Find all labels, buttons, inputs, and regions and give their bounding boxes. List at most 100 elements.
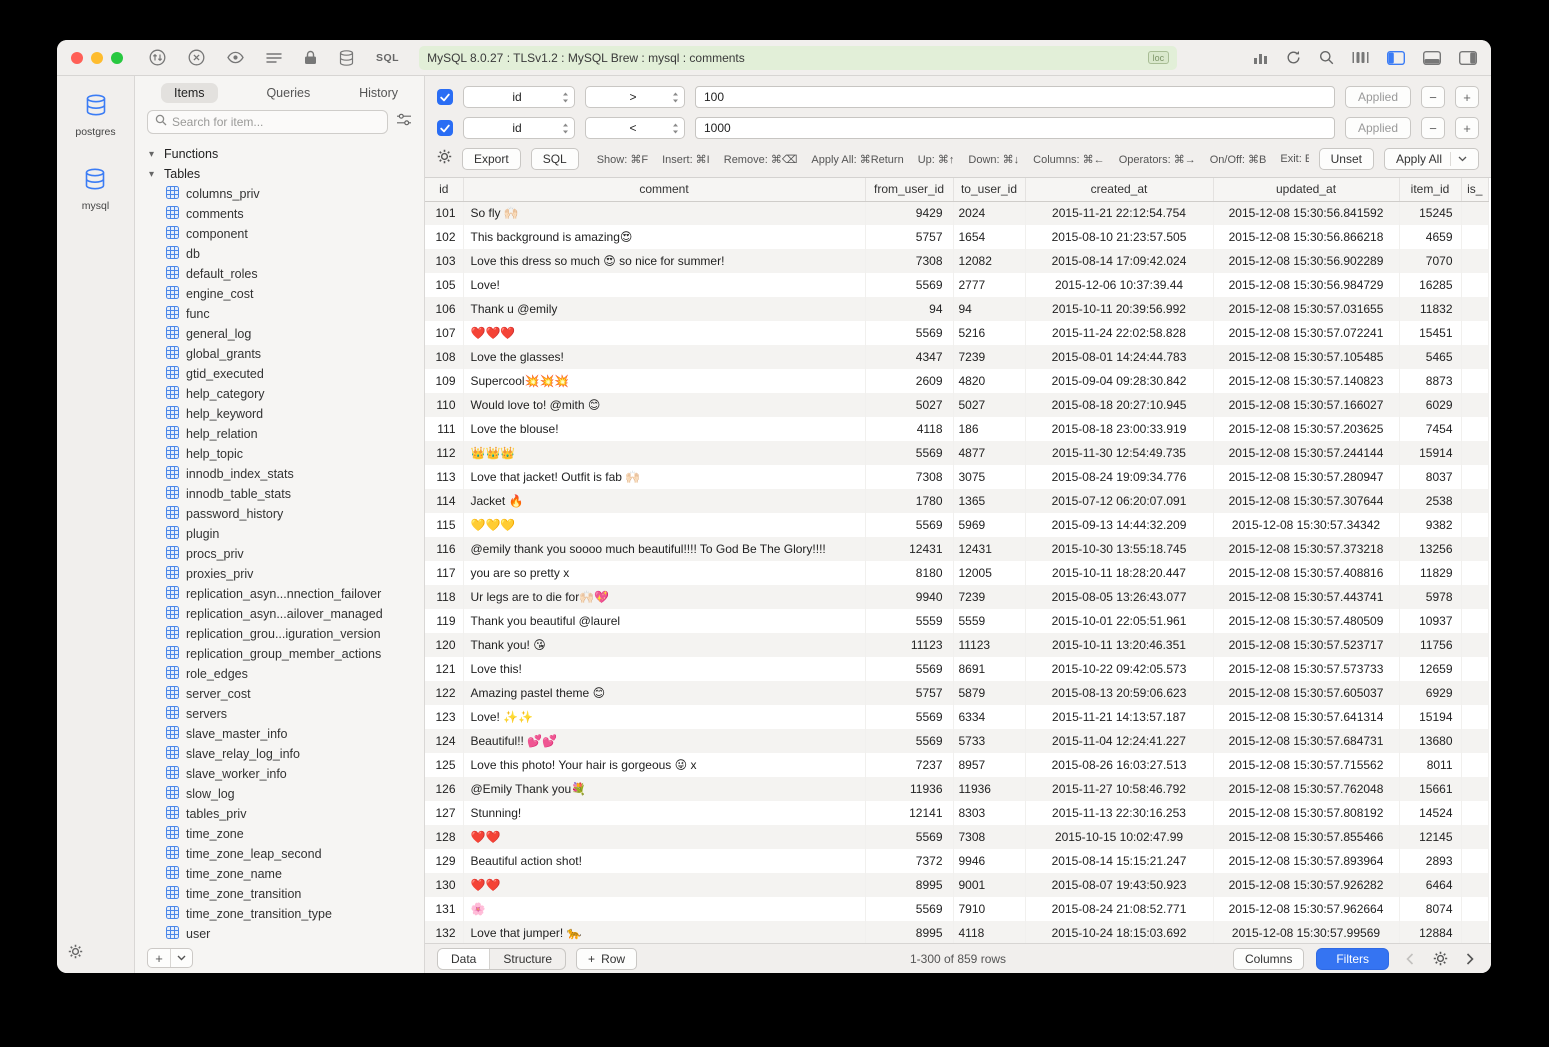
sql-editor-icon[interactable]: SQL	[376, 52, 399, 64]
rows-icon[interactable]	[266, 52, 282, 64]
cell-item-id[interactable]: 14524	[1399, 801, 1461, 825]
cell-id[interactable]: 128	[425, 825, 463, 849]
cell-to-user-id[interactable]: 1654	[953, 225, 1025, 249]
sidebar-table-item[interactable]: time_zone_transition_type	[135, 904, 424, 924]
cell-created-at[interactable]: 2015-09-04 09:28:30.842	[1025, 369, 1213, 393]
cell-created-at[interactable]: 2015-08-13 20:59:06.623	[1025, 681, 1213, 705]
cell-item-id[interactable]: 11756	[1399, 633, 1461, 657]
sidebar-table-item[interactable]: time_zone_transition	[135, 884, 424, 904]
table-row[interactable]: 117 you are so pretty x 8180 12005 2015-…	[425, 561, 1489, 585]
cell-from-user-id[interactable]: 7237	[865, 753, 953, 777]
column-header[interactable]: updated_at	[1213, 178, 1399, 201]
cell-from-user-id[interactable]: 9940	[865, 585, 953, 609]
cell-is[interactable]	[1461, 825, 1489, 849]
cell-is[interactable]	[1461, 585, 1489, 609]
cell-from-user-id[interactable]: 9429	[865, 201, 953, 225]
cell-updated-at[interactable]: 2015-12-08 15:30:57.641314	[1213, 705, 1399, 729]
cell-comment[interactable]: Would love to! @mith 😊	[463, 393, 865, 417]
table-row[interactable]: 123 Love! ✨✨ 5569 6334 2015-11-21 14:13:…	[425, 705, 1489, 729]
cell-from-user-id[interactable]: 8180	[865, 561, 953, 585]
cell-comment[interactable]: So fly 🙌🏻	[463, 201, 865, 225]
cell-to-user-id[interactable]: 2024	[953, 201, 1025, 225]
cell-is[interactable]	[1461, 489, 1489, 513]
cell-updated-at[interactable]: 2015-12-08 15:30:56.866218	[1213, 225, 1399, 249]
cell-id[interactable]: 112	[425, 441, 463, 465]
sidebar-table-item[interactable]: replication_asyn...nnection_failover	[135, 584, 424, 604]
cell-is[interactable]	[1461, 633, 1489, 657]
cell-comment[interactable]: Thank you beautiful @laurel	[463, 609, 865, 633]
chevron-down-icon[interactable]: ▾	[149, 169, 158, 180]
cell-item-id[interactable]: 7070	[1399, 249, 1461, 273]
sidebar-table-item[interactable]: engine_cost	[135, 284, 424, 304]
table-row[interactable]: 113 Love that jacket! Outfit is fab 🙌🏻 7…	[425, 465, 1489, 489]
sidebar-table-item[interactable]: procs_priv	[135, 544, 424, 564]
cell-id[interactable]: 102	[425, 225, 463, 249]
cell-is[interactable]	[1461, 201, 1489, 225]
cell-from-user-id[interactable]: 5569	[865, 729, 953, 753]
cell-to-user-id[interactable]: 186	[953, 417, 1025, 441]
unset-button[interactable]: Unset	[1319, 148, 1374, 170]
sidebar-table-item[interactable]: replication_asyn...ailover_managed	[135, 604, 424, 624]
sidebar-table-item[interactable]: component	[135, 224, 424, 244]
cell-is[interactable]	[1461, 873, 1489, 897]
cell-id[interactable]: 114	[425, 489, 463, 513]
cell-created-at[interactable]: 2015-08-18 20:27:10.945	[1025, 393, 1213, 417]
cell-from-user-id[interactable]: 94	[865, 297, 953, 321]
cell-item-id[interactable]: 6029	[1399, 393, 1461, 417]
cell-updated-at[interactable]: 2015-12-08 15:30:57.408816	[1213, 561, 1399, 585]
cell-comment[interactable]: you are so pretty x	[463, 561, 865, 585]
cell-is[interactable]	[1461, 273, 1489, 297]
cell-comment[interactable]: ❤️❤️	[463, 825, 865, 849]
table-row[interactable]: 103 Love this dress so much 😍 so nice fo…	[425, 249, 1489, 273]
column-header[interactable]: item_id	[1399, 178, 1461, 201]
filter-tune-icon[interactable]	[396, 113, 412, 131]
table-row[interactable]: 120 Thank you! 😘 11123 11123 2015-10-11 …	[425, 633, 1489, 657]
tree-group-tables[interactable]: ▾ Tables	[135, 164, 424, 184]
sidebar-table-item[interactable]: tables_priv	[135, 804, 424, 824]
cell-updated-at[interactable]: 2015-12-08 15:30:57.715562	[1213, 753, 1399, 777]
tab-queries[interactable]: Queries	[266, 86, 310, 100]
filter-value-input[interactable]	[695, 86, 1335, 108]
cell-item-id[interactable]: 9382	[1399, 513, 1461, 537]
cell-id[interactable]: 132	[425, 921, 463, 943]
cell-id[interactable]: 122	[425, 681, 463, 705]
cell-created-at[interactable]: 2015-11-24 22:02:58.828	[1025, 321, 1213, 345]
cell-item-id[interactable]: 8037	[1399, 465, 1461, 489]
cell-item-id[interactable]: 12659	[1399, 657, 1461, 681]
table-row[interactable]: 122 Amazing pastel theme 😊 5757 5879 201…	[425, 681, 1489, 705]
cell-created-at[interactable]: 2015-10-11 13:20:46.351	[1025, 633, 1213, 657]
transfer-icon[interactable]	[149, 49, 166, 66]
cell-updated-at[interactable]: 2015-12-08 15:30:57.684731	[1213, 729, 1399, 753]
table-row[interactable]: 102 This background is amazing😍 5757 165…	[425, 225, 1489, 249]
filter-operator-select[interactable]: >	[585, 86, 685, 108]
cell-item-id[interactable]: 15914	[1399, 441, 1461, 465]
cell-from-user-id[interactable]: 2609	[865, 369, 953, 393]
cell-id[interactable]: 130	[425, 873, 463, 897]
cell-created-at[interactable]: 2015-08-10 21:23:57.505	[1025, 225, 1213, 249]
search-input[interactable]	[172, 115, 380, 129]
cell-updated-at[interactable]: 2015-12-08 15:30:57.105485	[1213, 345, 1399, 369]
cell-item-id[interactable]: 15451	[1399, 321, 1461, 345]
sidebar-table-item[interactable]: comments	[135, 204, 424, 224]
sidebar-table-item[interactable]: slave_relay_log_info	[135, 744, 424, 764]
table-row[interactable]: 109 Supercool💥💥💥 2609 4820 2015-09-04 09…	[425, 369, 1489, 393]
cell-to-user-id[interactable]: 11123	[953, 633, 1025, 657]
cell-id[interactable]: 111	[425, 417, 463, 441]
cell-updated-at[interactable]: 2015-12-08 15:30:57.307644	[1213, 489, 1399, 513]
cell-comment[interactable]: 👑👑👑	[463, 441, 865, 465]
chart-icon[interactable]	[1253, 51, 1268, 65]
cell-created-at[interactable]: 2015-10-30 13:55:18.745	[1025, 537, 1213, 561]
sidebar-table-item[interactable]: slow_log	[135, 784, 424, 804]
table-row[interactable]: 129 Beautiful action shot! 7372 9946 201…	[425, 849, 1489, 873]
tab-history[interactable]: History	[359, 86, 398, 100]
table-row[interactable]: 111 Love the blouse! 4118 186 2015-08-18…	[425, 417, 1489, 441]
cell-item-id[interactable]: 12145	[1399, 825, 1461, 849]
cell-created-at[interactable]: 2015-11-21 22:12:54.754	[1025, 201, 1213, 225]
cell-created-at[interactable]: 2015-11-04 12:24:41.227	[1025, 729, 1213, 753]
cell-to-user-id[interactable]: 1365	[953, 489, 1025, 513]
remove-filter-button[interactable]: −	[1421, 117, 1445, 139]
sidebar-table-item[interactable]: func	[135, 304, 424, 324]
cell-from-user-id[interactable]: 5757	[865, 225, 953, 249]
cell-updated-at[interactable]: 2015-12-08 15:30:57.99569	[1213, 921, 1399, 943]
chevron-down-icon[interactable]: ▾	[149, 149, 158, 160]
